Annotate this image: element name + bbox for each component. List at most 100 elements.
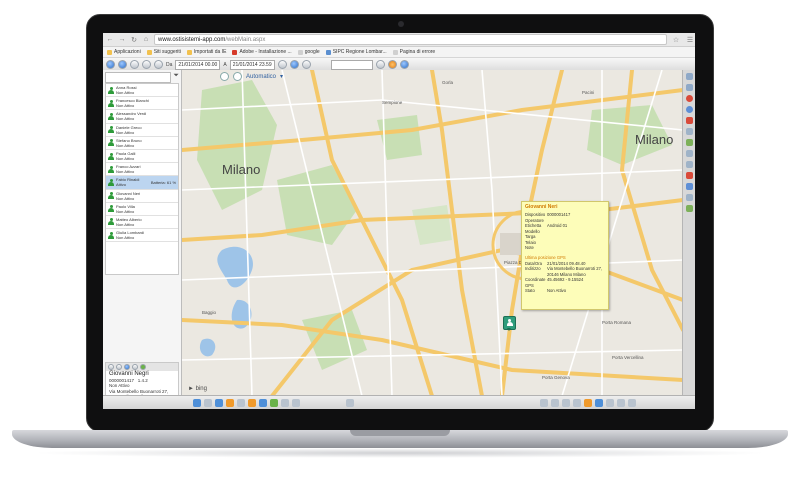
back-icon[interactable]: ← (106, 36, 114, 43)
user-icon (108, 139, 114, 147)
forward-icon[interactable]: → (118, 36, 126, 43)
to-datetime-field[interactable]: 21/01/2014 23.59 (229, 59, 275, 70)
tool-icon[interactable] (193, 398, 201, 407)
vehicle-row[interactable]: Daniele Greco Non Attivo (106, 124, 178, 137)
lake (199, 338, 216, 357)
tool-icon[interactable] (551, 398, 559, 407)
vehicle-row[interactable]: Matteo Alberio Non Attivo (106, 216, 178, 230)
detail-tool-button[interactable] (124, 364, 130, 370)
vehicle-row[interactable]: Franco Azzari Non Attivo (106, 163, 178, 177)
zoom-out-icon[interactable] (685, 84, 693, 91)
vehicle-row[interactable]: Paolo Villa Non Attivo (106, 203, 178, 216)
map-view[interactable]: Automatico ▾ Milano Milano Piazza Duomo … (182, 70, 683, 396)
tool-icon[interactable] (215, 398, 223, 407)
tool-icon[interactable] (281, 398, 289, 407)
traffic-icon[interactable] (685, 194, 693, 201)
detail-tool-button[interactable] (108, 364, 114, 370)
bookmark-item[interactable]: Adobe - Installazione ... (232, 49, 292, 55)
bookmark-item[interactable]: Pagina di errore (392, 49, 435, 55)
bookmark-item[interactable]: SIPC Regione Lombar... (325, 49, 387, 55)
tool-icon[interactable] (595, 398, 603, 407)
popup-row: Note (525, 245, 605, 251)
vehicle-row[interactable]: Anna Rossi Non Attivo (106, 84, 178, 98)
chevron-down-icon[interactable]: ▾ (280, 73, 283, 80)
url-field[interactable]: www.ostisistemi-app.com/webMain.aspx (154, 34, 667, 45)
reload-icon[interactable]: ↻ (130, 36, 138, 44)
tool-icon[interactable] (237, 398, 245, 407)
ruler-icon[interactable] (685, 150, 693, 157)
print-icon[interactable] (685, 161, 693, 168)
globe-icon[interactable] (399, 60, 409, 69)
vehicle-filter-input[interactable]: ⏷ (105, 72, 179, 83)
zoom-in-icon[interactable] (685, 73, 693, 80)
search-input[interactable] (330, 59, 373, 70)
info-icon[interactable] (685, 106, 693, 113)
tool-icon[interactable] (204, 398, 212, 407)
export-button[interactable] (301, 60, 311, 69)
provider-name: bing (195, 386, 207, 392)
settings-button[interactable] (118, 60, 127, 69)
vehicle-status: Non Attivo (116, 221, 135, 227)
vehicle-marker[interactable] (503, 316, 516, 331)
from-datetime-field[interactable]: 21/01/2014 00.00 (175, 59, 221, 70)
map-control-button[interactable] (220, 72, 229, 81)
vehicle-row-selected[interactable]: Fabio Rinaldi Attivo Batteria: 61 % (106, 176, 178, 190)
map-label: Porta Genova (542, 375, 570, 380)
map-control-button[interactable] (233, 72, 242, 81)
vehicle-status: Non Attivo (116, 235, 135, 241)
home-icon[interactable]: ⌂ (142, 36, 150, 43)
bookmark-item[interactable]: Importati da IE (186, 49, 226, 55)
tool-icon[interactable] (628, 398, 636, 407)
vehicle-row[interactable]: Alessandro Verdi Non Attivo (106, 110, 178, 124)
user-icon (108, 112, 114, 120)
map-label: Porta Vercellina (612, 355, 644, 360)
detail-tool-button[interactable] (140, 364, 146, 370)
url-host: www.ostisistemi-app.com (158, 36, 226, 43)
bookmark-item[interactable]: Siti suggeriti (146, 49, 181, 55)
poi-icon[interactable] (685, 117, 693, 124)
route-icon[interactable] (685, 128, 693, 135)
vehicle-row[interactable]: Stefano Bruno Non Attivo (106, 137, 178, 150)
tool-icon[interactable] (346, 398, 354, 407)
area-icon[interactable] (685, 139, 693, 146)
alert-icon[interactable] (685, 95, 693, 102)
star-icon[interactable]: ☆ (671, 36, 681, 44)
cloud-icon[interactable] (685, 183, 693, 190)
bookmark-item[interactable]: Applicazioni (107, 49, 141, 55)
bookmark-item[interactable]: google (297, 49, 320, 55)
vehicle-row[interactable]: Giovanni Neri Non Attivo (106, 190, 178, 203)
filter-icon[interactable]: ⏷ (173, 72, 179, 80)
user-icon (108, 231, 114, 239)
satellite-icon[interactable] (685, 205, 693, 212)
menu-icon[interactable]: ☰ (685, 36, 695, 44)
layer-icon[interactable] (685, 172, 693, 179)
pause-button[interactable] (142, 60, 151, 69)
stop-button[interactable] (154, 60, 163, 69)
search-icon[interactable] (375, 60, 385, 69)
tool-icon[interactable] (617, 398, 625, 407)
tool-icon[interactable] (584, 398, 592, 407)
bookmark-icon (146, 49, 152, 55)
tool-icon[interactable] (573, 398, 581, 407)
detail-tool-button[interactable] (132, 364, 138, 370)
route-button[interactable] (289, 60, 299, 69)
user-icon (108, 165, 114, 173)
tool-icon[interactable] (562, 398, 570, 407)
tool-icon[interactable] (248, 398, 256, 407)
vehicle-row[interactable]: Francesco Bianchi Non Attivo (106, 97, 178, 111)
tool-icon[interactable] (259, 398, 267, 407)
vehicle-row[interactable]: Giulia Lombardi Non Attivo (106, 229, 178, 243)
apply-button[interactable] (277, 60, 287, 69)
play-button[interactable] (130, 60, 139, 69)
tool-icon[interactable] (292, 398, 300, 407)
layers-icon[interactable] (387, 60, 397, 69)
url-path: /webMain.aspx (225, 36, 266, 43)
vehicle-row[interactable]: Paola Galli Non Attivo (106, 150, 178, 164)
tool-icon[interactable] (270, 398, 278, 407)
detail-tool-button[interactable] (116, 364, 122, 370)
map-mode-dropdown[interactable]: Automatico (246, 74, 276, 80)
tool-icon[interactable] (540, 398, 548, 407)
tool-icon[interactable] (226, 398, 234, 407)
tool-icon[interactable] (606, 398, 614, 407)
refresh-button[interactable] (106, 60, 115, 69)
